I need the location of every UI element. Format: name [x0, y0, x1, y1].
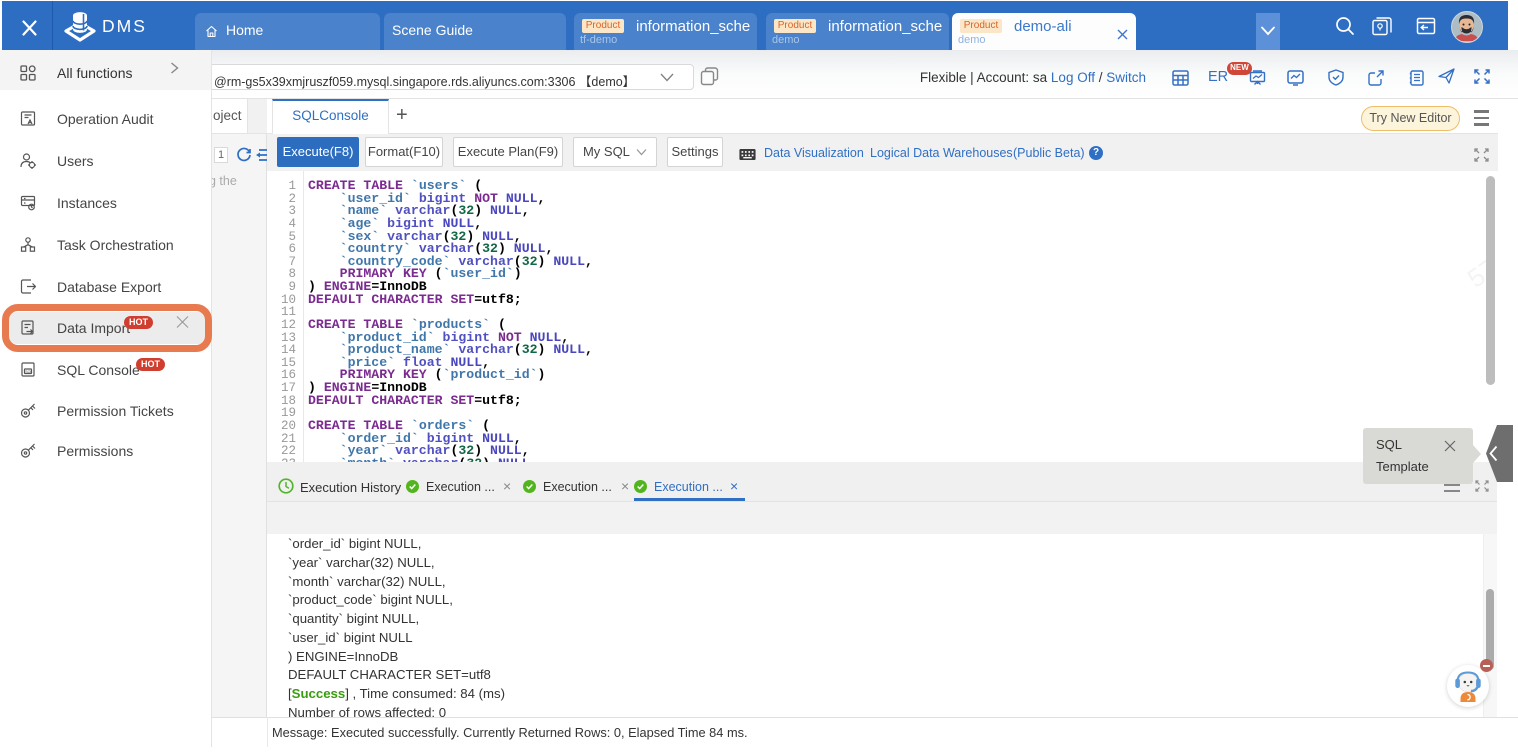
svg-text:SQL: SQL	[25, 370, 32, 374]
